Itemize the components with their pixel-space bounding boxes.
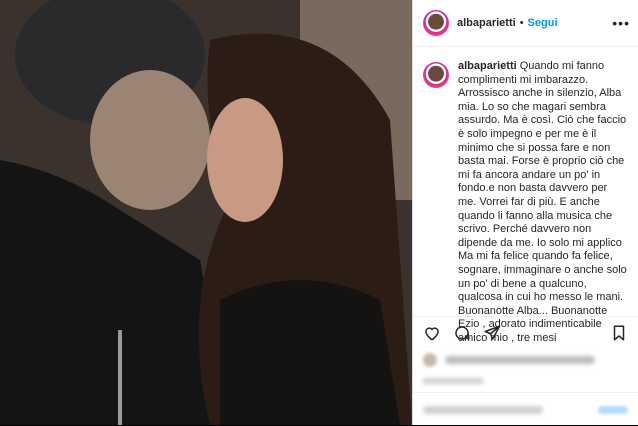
caption-avatar[interactable]: [423, 62, 449, 88]
post-date-blurred: [423, 378, 483, 384]
likes-row: [423, 350, 628, 370]
share-icon[interactable]: [483, 324, 501, 342]
caption-text: albaparietti Quando mi fanno complimenti…: [458, 60, 628, 345]
follow-button[interactable]: Segui: [528, 17, 558, 29]
liker-avatar: [423, 353, 437, 367]
likes-text-blurred: [445, 356, 595, 364]
ellipsis-icon[interactable]: •••: [612, 15, 630, 31]
heart-icon[interactable]: [423, 324, 441, 342]
caption: albaparietti Quando mi fanno complimenti…: [423, 60, 628, 345]
publish-button-blurred[interactable]: [598, 405, 628, 414]
post-photo: [0, 0, 412, 425]
separator-dot: •: [519, 17, 524, 29]
post-header: albaparietti • Segui •••: [413, 0, 638, 47]
comment-icon[interactable]: [453, 324, 471, 342]
post-panel: albaparietti • Segui ••• albaparietti Qu…: [412, 0, 638, 425]
photo-illustration: [0, 0, 412, 425]
comment-box[interactable]: [413, 392, 638, 426]
username-link[interactable]: albaparietti: [457, 17, 516, 29]
action-bar: [413, 316, 638, 349]
bookmark-icon[interactable]: [610, 324, 628, 342]
comment-input-blurred[interactable]: [423, 405, 543, 414]
caption-body: Quando mi fanno complimenti mi imbarazzo…: [458, 60, 627, 344]
avatar[interactable]: [423, 10, 449, 36]
caption-username[interactable]: albaparietti: [458, 60, 517, 72]
